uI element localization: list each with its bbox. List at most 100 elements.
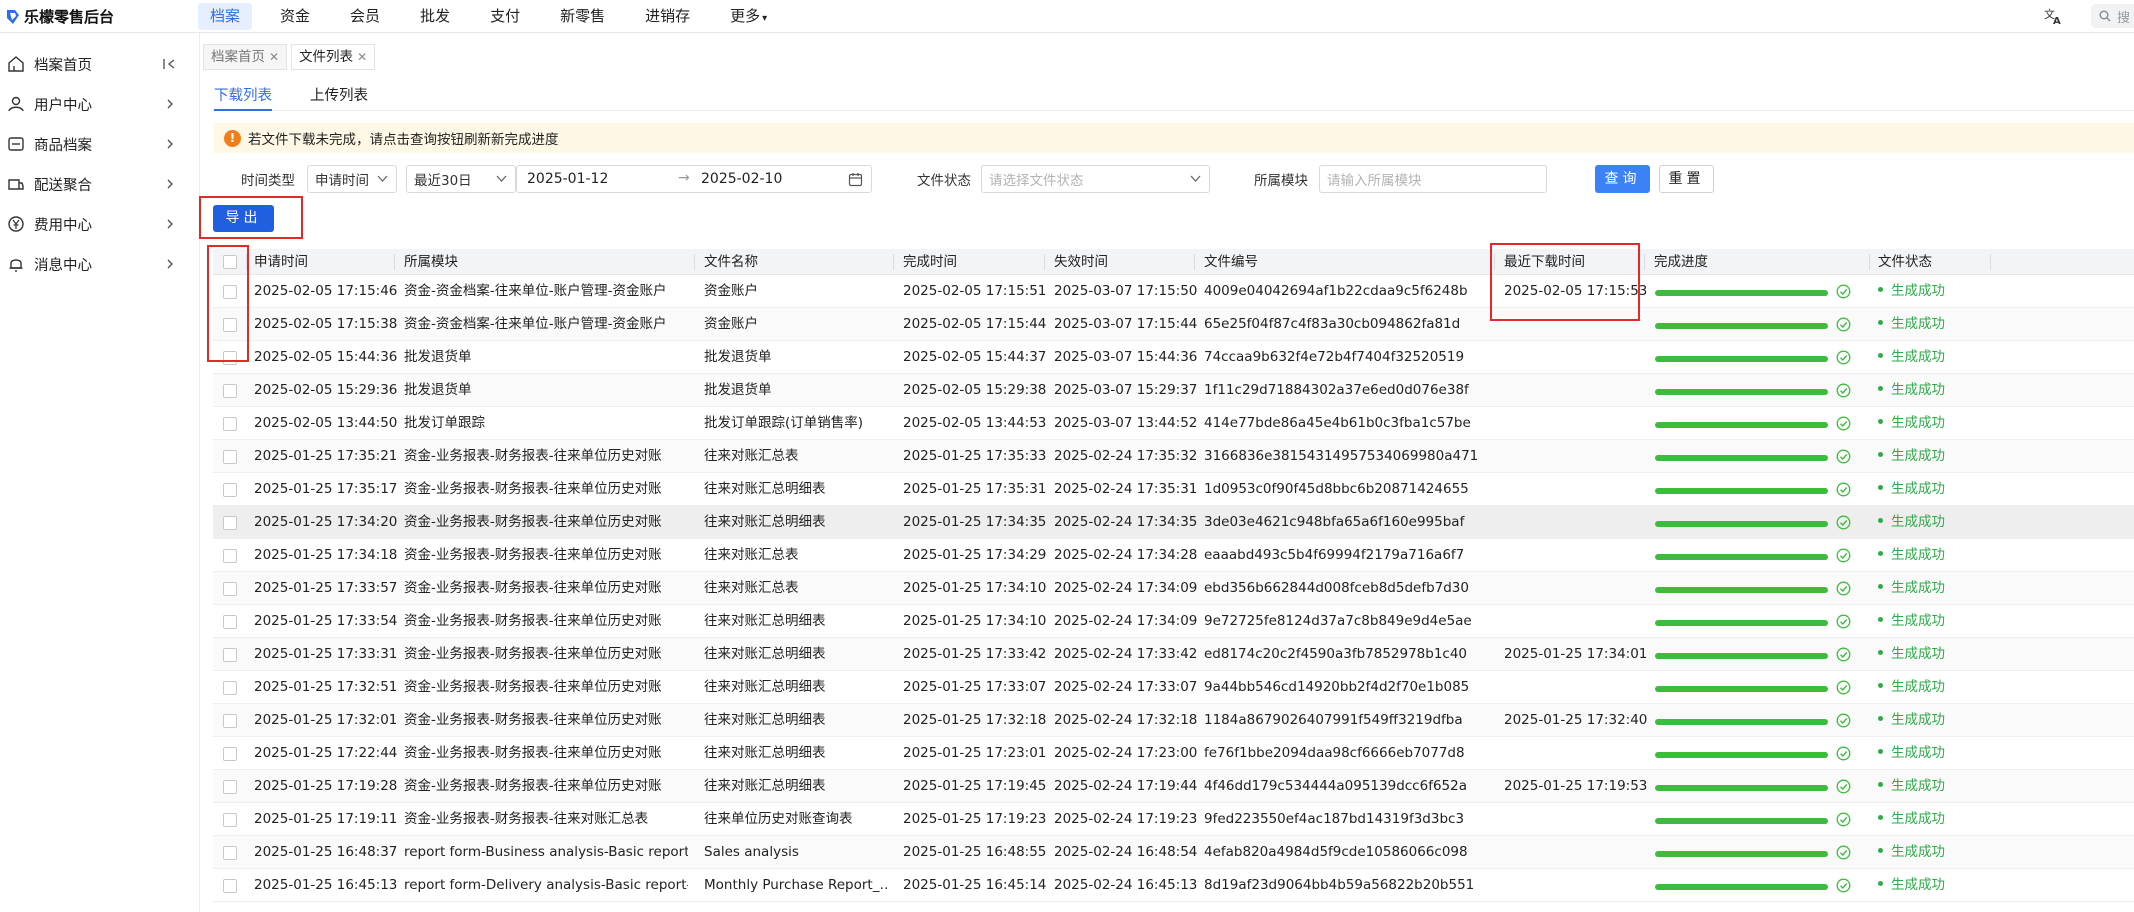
row-checkbox[interactable] [223, 648, 237, 662]
module-input[interactable]: 请输入所属模块 [1319, 165, 1547, 193]
table-row[interactable]: 2025-01-25 17:33:57 资金-业务报表-财务报表-往来单位历史对账… [213, 572, 2134, 605]
row-checkbox[interactable] [223, 384, 237, 398]
app-logo[interactable]: 乐檬零售后台 [6, 6, 114, 27]
row-checkbox[interactable] [223, 450, 237, 464]
row-checkbox[interactable] [223, 681, 237, 695]
cell-expire-time: 2025-03-07 15:29:37 [1054, 382, 1198, 398]
tab-file-list[interactable]: 文件列表 ✕ [291, 44, 376, 70]
range-preset-select[interactable]: 最近30日 [406, 165, 516, 193]
tab-download-list[interactable]: 下载列表 [214, 84, 272, 111]
row-checkbox[interactable] [223, 813, 237, 827]
query-button[interactable]: 查询 [1595, 165, 1650, 193]
table-row[interactable]: 2025-02-05 17:15:38 资金-资金档案-往来单位-账户管理-资金账… [213, 308, 2134, 341]
cell-file-name: 往来对账汇总明细表 [704, 481, 826, 497]
table-row[interactable]: 2025-01-25 17:32:01 资金-业务报表-财务报表-往来单位历史对账… [213, 704, 2134, 737]
select-all-checkbox[interactable] [223, 255, 237, 269]
top-search-input[interactable]: 搜 [2091, 4, 2134, 28]
nav-wholesale[interactable]: 批发 [408, 3, 462, 30]
tab-upload-list[interactable]: 上传列表 [310, 84, 368, 111]
status-badge: 生成成功 [1878, 407, 1945, 440]
column-header-module[interactable]: 所属模块 [404, 249, 458, 275]
table-row[interactable]: 2025-01-25 17:19:11 资金-业务报表-财务报表-往来对账汇总表 往… [213, 803, 2134, 836]
table-row[interactable]: 2025-01-25 17:35:17 资金-业务报表-财务报表-往来单位历史对账… [213, 473, 2134, 506]
cell-file-name: Sales analysis [704, 844, 799, 860]
row-checkbox[interactable] [223, 516, 237, 530]
progress-bar [1655, 686, 1828, 692]
table-row[interactable]: 2025-01-25 17:33:54 资金-业务报表-财务报表-往来单位历史对账… [213, 605, 2134, 638]
cell-module: 资金-业务报表-财务报表-往来单位历史对账 [404, 514, 662, 530]
table-row[interactable]: 2025-01-25 17:22:44 资金-业务报表-财务报表-往来单位历史对账… [213, 737, 2134, 770]
row-checkbox[interactable] [223, 846, 237, 860]
nav-more[interactable]: 更多 ▾ [718, 3, 779, 30]
table-row[interactable]: 2025-01-25 17:35:21 资金-业务报表-财务报表-往来单位历史对账… [213, 440, 2134, 473]
row-checkbox[interactable] [223, 879, 237, 893]
sidebar-item-user-center[interactable]: 用户中心 [0, 84, 200, 124]
row-checkbox[interactable] [223, 351, 237, 365]
row-checkbox[interactable] [223, 417, 237, 431]
column-header-file-id[interactable]: 文件编号 [1204, 249, 1258, 275]
status-dot [1878, 814, 1883, 820]
row-checkbox[interactable] [223, 318, 237, 332]
cell-expire-time: 2025-02-24 17:19:23 [1054, 811, 1198, 827]
table-row[interactable]: 2025-01-25 17:34:20 资金-业务报表-财务报表-往来单位历史对账… [213, 506, 2134, 539]
translate-icon[interactable]: 文 A [2043, 6, 2063, 26]
table-row[interactable]: 2025-01-25 17:33:31 资金-业务报表-财务报表-往来单位历史对账… [213, 638, 2134, 671]
table-row[interactable]: 2025-02-05 15:44:36 批发退货单 批发退货单 2025-02-05 … [213, 341, 2134, 374]
table-row[interactable]: 2025-01-25 17:19:28 资金-业务报表-财务报表-往来单位历史对账… [213, 770, 2134, 803]
table-row[interactable]: 2025-02-05 13:44:50 批发订单跟踪 批发订单跟踪(订单销售率) 20… [213, 407, 2134, 440]
nav-funds[interactable]: 资金 [268, 3, 322, 30]
column-header-status[interactable]: 文件状态 [1878, 249, 1932, 275]
collapse-sidebar-icon[interactable] [162, 57, 178, 71]
date-range-picker[interactable]: 2025-01-12 → 2025-02-10 [516, 165, 872, 193]
row-checkbox[interactable] [223, 483, 237, 497]
column-header-last-download[interactable]: 最近下载时间 [1504, 249, 1585, 275]
nav-label: 批发 [420, 7, 451, 25]
cell-expire-time: 2025-02-24 17:35:31 [1054, 481, 1198, 497]
table-row[interactable]: 2025-01-25 17:34:18 资金-业务报表-财务报表-往来单位历史对账… [213, 539, 2134, 572]
row-checkbox[interactable] [223, 582, 237, 596]
close-icon[interactable]: ✕ [269, 50, 279, 64]
nav-label: 更多 [730, 7, 761, 25]
tab-archive-home[interactable]: 档案首页 ✕ [203, 44, 288, 70]
row-checkbox[interactable] [223, 714, 237, 728]
time-type-select[interactable]: 申请时间 [307, 165, 397, 193]
sidebar-item-label: 消息中心 [34, 257, 92, 274]
column-header-expire-time[interactable]: 失效时间 [1054, 249, 1108, 275]
cell-file-id: 4efab820a4984d5f9cde10586066c098 [1204, 844, 1468, 860]
row-checkbox[interactable] [223, 615, 237, 629]
date-end[interactable]: 2025-02-10 [701, 171, 782, 187]
reset-button[interactable]: 重置 [1659, 165, 1714, 193]
table-row[interactable]: 2025-01-25 16:48:37 report form-Business … [213, 836, 2134, 869]
sidebar-item-archive-home[interactable]: 档案首页 [0, 44, 200, 84]
table-row[interactable]: 2025-01-25 16:45:13 report form-Delivery … [213, 869, 2134, 902]
sidebar-item-message-center[interactable]: 消息中心 [0, 244, 200, 284]
nav-new-retail[interactable]: 新零售 [548, 3, 617, 30]
cell-file-id: 414e77bde86a45e4b61b0c3fba1c57be [1204, 415, 1471, 431]
column-header-progress[interactable]: 完成进度 [1654, 249, 1708, 275]
sidebar-item-delivery[interactable]: 配送聚合 [0, 164, 200, 204]
nav-member[interactable]: 会员 [338, 3, 392, 30]
sidebar-item-goods-archive[interactable]: 商品档案 [0, 124, 200, 164]
sidebar-item-fee-center[interactable]: 费用中心 [0, 204, 200, 244]
date-start[interactable]: 2025-01-12 [527, 171, 608, 187]
file-status-select[interactable]: 请选择文件状态 [981, 165, 1210, 193]
column-header-file-name[interactable]: 文件名称 [704, 249, 758, 275]
nav-inventory[interactable]: 进销存 [633, 3, 702, 30]
chevron-right-icon [167, 219, 173, 229]
table-row[interactable]: 2025-01-25 17:32:51 资金-业务报表-财务报表-往来单位历史对账… [213, 671, 2134, 704]
row-checkbox[interactable] [223, 285, 237, 299]
nav-archive[interactable]: 档案 [198, 3, 253, 30]
table-row[interactable]: 2025-02-05 17:15:46 资金-资金档案-往来单位-账户管理-资金账… [213, 275, 2134, 308]
row-checkbox[interactable] [223, 549, 237, 563]
row-checkbox[interactable] [223, 747, 237, 761]
column-header-done-time[interactable]: 完成时间 [903, 249, 957, 275]
export-button[interactable]: 导出 [213, 205, 274, 232]
table-row[interactable]: 2025-02-05 15:29:36 批发退货单 批发退货单 2025-02-05 … [213, 374, 2134, 407]
nav-payment[interactable]: 支付 [478, 3, 532, 30]
column-header-apply-time[interactable]: 申请时间 [254, 249, 308, 275]
close-icon[interactable]: ✕ [357, 50, 367, 64]
progress-bar [1655, 422, 1828, 428]
row-checkbox[interactable] [223, 780, 237, 794]
status-text: 生成成功 [1891, 316, 1945, 332]
cell-done-time: 2025-02-05 13:44:53 [903, 415, 1047, 431]
